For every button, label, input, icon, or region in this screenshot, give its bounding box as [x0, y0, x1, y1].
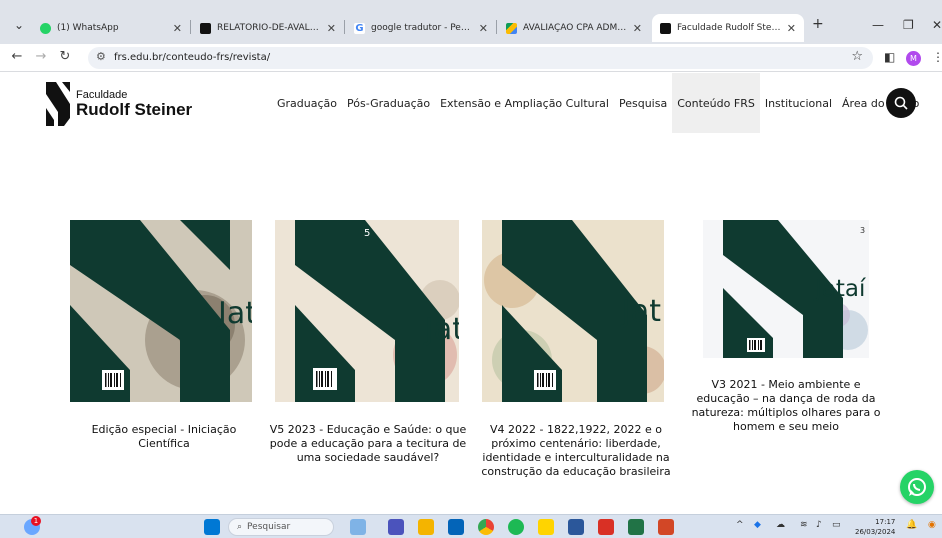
browser-menu-icon[interactable]: ⋮ [932, 50, 942, 64]
close-tab-icon[interactable]: ✕ [173, 22, 182, 35]
close-tab-icon[interactable]: ✕ [479, 22, 488, 35]
cover-title-text: Jat [218, 296, 252, 331]
magazine-cover[interactable]: Jat [482, 220, 664, 402]
nav-pos-graduacao[interactable]: Pós-Graduação [342, 73, 435, 133]
pdf-app-icon[interactable] [598, 519, 614, 535]
close-tab-icon[interactable]: ✕ [633, 22, 642, 35]
magazine-cover[interactable]: 5 Jat [275, 220, 459, 402]
tray-chevron-icon[interactable]: ^ [736, 520, 744, 530]
site-info-icon[interactable]: ⚙ [96, 50, 106, 63]
profile-avatar[interactable]: M [906, 51, 921, 66]
browser-tab-strip: ⌄ (1) WhatsApp ✕ RELATORIO-DE-AVALIACAO … [0, 0, 942, 44]
taskbar-search-box[interactable]: ⌕ Pesquisar [228, 518, 334, 536]
clock-date: 26/03/2024 [855, 528, 896, 536]
cover-number-text: 5 [364, 228, 371, 239]
magazine-caption[interactable]: V3 2021 - Meio ambiente e educação – na … [690, 378, 882, 434]
file-explorer-icon[interactable] [418, 519, 434, 535]
tab-title: (1) WhatsApp [57, 23, 119, 33]
tab-whatsapp[interactable]: (1) WhatsApp ✕ [32, 14, 190, 42]
tab-title: Faculdade Rudolf Steiner [677, 23, 781, 33]
teams-app-icon[interactable] [388, 519, 404, 535]
tab-faculdade-rudolf-steiner[interactable]: Faculdade Rudolf Steiner ✕ [652, 14, 804, 42]
cover-number-text: 3 [860, 226, 866, 235]
cover-title-text: Jat [622, 294, 661, 329]
widgets-app-icon[interactable] [350, 519, 366, 535]
window-minimize-icon[interactable]: — [872, 18, 884, 32]
whatsapp-chat-button[interactable] [900, 470, 934, 504]
window-restore-icon[interactable]: ❐ [903, 18, 914, 32]
whatsapp-favicon-icon [40, 22, 51, 34]
windows-taskbar: 1 ⌕ Pesquisar ^ ◆ ☁ ≋ ♪ ▭ 17:17 26/03/20… [0, 514, 942, 538]
reload-icon[interactable]: ↻ [56, 49, 74, 64]
search-icon: ⌕ [237, 522, 243, 532]
nav-institucional[interactable]: Institucional [760, 73, 837, 133]
site-header: Faculdade Rudolf Steiner Graduação Pós-G… [0, 73, 942, 133]
frs-favicon-icon [200, 22, 211, 34]
frs-favicon-icon [660, 22, 671, 34]
windows-start-icon[interactable] [204, 519, 220, 535]
tray-app-icon[interactable]: ◆ [754, 520, 761, 530]
taskbar-clock[interactable]: 17:17 26/03/2024 [855, 517, 895, 537]
address-bar[interactable]: ⚙ frs.edu.br/conteudo-frs/revista/ ☆ [88, 47, 873, 69]
excel-app-icon[interactable] [628, 519, 644, 535]
side-panel-icon[interactable]: ◧ [884, 50, 895, 64]
logo-name-text: Rudolf Steiner [76, 100, 193, 119]
magazine-caption[interactable]: Edição especial - Iniciação Científica [80, 423, 248, 451]
chrome-app-icon[interactable] [478, 519, 494, 535]
whatsapp-icon [908, 478, 926, 496]
frs-logo-mark-icon [46, 82, 70, 126]
window-close-icon[interactable]: ✕ [932, 18, 942, 32]
tab-search-chevron-icon[interactable]: ⌄ [14, 18, 24, 32]
onedrive-icon[interactable]: ☁ [776, 520, 785, 530]
search-icon [894, 96, 908, 110]
copilot-icon[interactable]: ◉ [928, 520, 936, 530]
url-text[interactable]: frs.edu.br/conteudo-frs/revista/ [114, 52, 270, 63]
tab-relatorio[interactable]: RELATORIO-DE-AVALIACAO ✕ [192, 14, 344, 42]
volume-icon[interactable]: ♪ [816, 520, 822, 530]
bookmark-star-icon[interactable]: ☆ [851, 49, 863, 64]
new-tab-plus-icon[interactable]: + [812, 16, 824, 32]
drive-favicon-icon [506, 22, 517, 34]
close-tab-icon[interactable]: ✕ [787, 22, 796, 35]
magazine-caption[interactable]: V4 2022 - 1822,1922, 2022 e o próximo ce… [476, 423, 676, 479]
spotify-app-icon[interactable] [508, 519, 524, 535]
magazine-cover[interactable]: 3 Jataí [703, 220, 869, 358]
nav-graduacao[interactable]: Graduação [272, 73, 342, 133]
browser-toolbar: ← → ↻ ⚙ frs.edu.br/conteudo-frs/revista/… [0, 44, 942, 72]
taskbar-search-placeholder: Pesquisar [247, 522, 291, 532]
nav-extensao[interactable]: Extensão e Ampliação Cultural [435, 73, 614, 133]
clock-time: 17:17 [875, 518, 896, 526]
nav-conteudo-frs[interactable]: Conteúdo FRS [672, 73, 760, 133]
powerpoint-app-icon[interactable] [658, 519, 674, 535]
magazine-cover[interactable]: Jat [70, 220, 252, 402]
word-app-icon[interactable] [568, 519, 584, 535]
battery-icon[interactable]: ▭ [832, 520, 841, 530]
site-search-button[interactable] [886, 88, 916, 118]
magazine-caption[interactable]: V5 2023 - Educação e Saúde: o que pode a… [268, 423, 468, 465]
tab-google-tradutor[interactable]: G google tradutor - Pesquisa ✕ [346, 14, 496, 42]
cover-title-text: Jat [425, 312, 459, 347]
notification-bell-icon[interactable]: 🔔 [906, 520, 917, 530]
main-nav: Graduação Pós-Graduação Extensão e Ampli… [272, 73, 924, 133]
close-tab-icon[interactable]: ✕ [327, 22, 336, 35]
outlook-app-icon[interactable] [448, 519, 464, 535]
tab-title: google tradutor - Pesquisa [371, 23, 473, 33]
frs-logo[interactable]: Faculdade Rudolf Steiner [44, 82, 192, 126]
nav-pesquisa[interactable]: Pesquisa [614, 73, 672, 133]
forward-arrow-icon[interactable]: → [32, 49, 50, 64]
google-favicon-icon: G [354, 22, 365, 34]
back-arrow-icon[interactable]: ← [8, 49, 26, 64]
tab-title: AVALIAÇÃO CPA ADMINIST [523, 23, 627, 33]
cover-title-text: Jataí [815, 276, 866, 302]
tab-title: RELATORIO-DE-AVALIACAO [217, 23, 321, 33]
wifi-icon[interactable]: ≋ [800, 520, 808, 530]
norton-app-icon[interactable] [538, 519, 554, 535]
tab-avaliacao-cpa[interactable]: AVALIAÇÃO CPA ADMINIST ✕ [498, 14, 650, 42]
notification-badge: 1 [31, 516, 41, 526]
